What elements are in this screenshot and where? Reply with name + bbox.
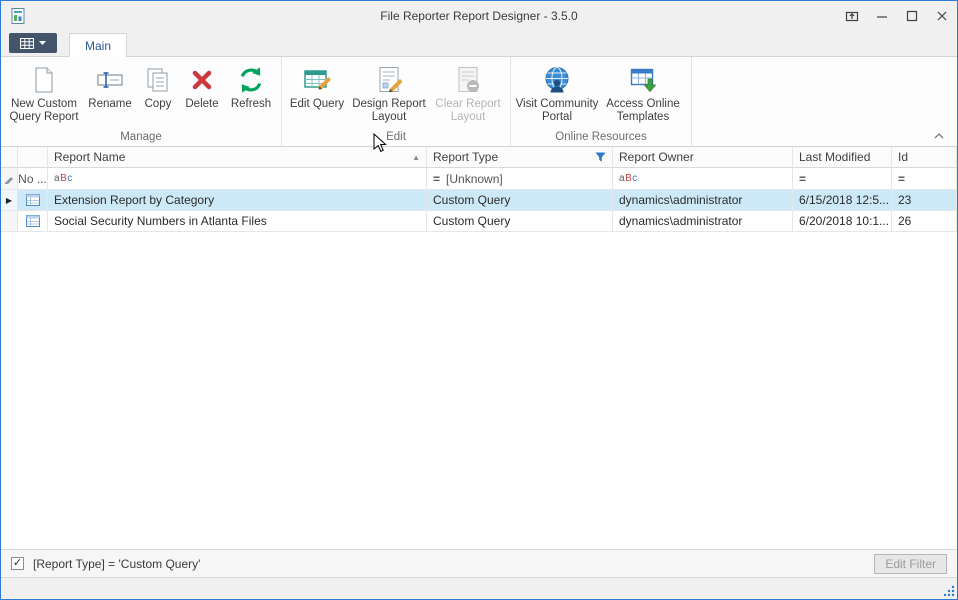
new-report-icon	[28, 62, 60, 98]
refresh-icon	[235, 62, 267, 98]
equals-filter-icon: =	[898, 172, 905, 186]
column-header-report-type[interactable]: Report Type	[427, 147, 613, 168]
cell-report-name: Social Security Numbers in Atlanta Files	[48, 211, 427, 232]
cell-last-modified: 6/20/2018 10:1...	[793, 211, 892, 232]
tab-main[interactable]: Main	[69, 33, 127, 57]
active-filter-text: [Report Type] = 'Custom Query'	[33, 557, 200, 571]
new-custom-query-report-button[interactable]: New Custom Query Report	[5, 58, 83, 129]
filter-enabled-checkbox[interactable]: ✓	[11, 557, 24, 570]
filter-cell-report-owner[interactable]: aBc	[613, 168, 793, 190]
grid-header-row: Report Name ▲ Report Type Report Owner L…	[1, 147, 957, 168]
filter-cell-report-name[interactable]: aBc	[48, 168, 427, 190]
delete-button[interactable]: Delete	[179, 58, 225, 129]
group-label-edit: Edit	[286, 129, 506, 146]
window-title: File Reporter Report Designer - 3.5.0	[1, 9, 957, 23]
contains-filter-icon: aBc	[54, 173, 73, 184]
equals-filter-icon: =	[799, 172, 806, 186]
ribbon: New Custom Query Report Rename	[1, 57, 957, 147]
reports-grid: Report Name ▲ Report Type Report Owner L…	[1, 147, 957, 549]
app-window: File Reporter Report Designer - 3.5.0	[0, 0, 958, 600]
copy-button[interactable]: Copy	[137, 58, 179, 129]
app-menu-button[interactable]	[9, 33, 57, 53]
report-table-icon	[18, 211, 48, 232]
clear-report-layout-icon	[452, 62, 484, 98]
ribbon-group-online-resources: Visit Community Portal Access Online Tem…	[511, 57, 692, 146]
focused-row-arrow-icon: ▶	[6, 196, 12, 205]
fullscreen-toggle-button[interactable]	[837, 1, 867, 31]
title-bar: File Reporter Report Designer - 3.5.0	[1, 1, 957, 31]
ribbon-group-edit: Edit Query Design Report Layout	[282, 57, 511, 146]
table-row[interactable]: Social Security Numbers in Atlanta Files…	[1, 211, 957, 232]
window-controls	[837, 1, 957, 31]
column-header-report-name[interactable]: Report Name ▲	[48, 147, 427, 168]
filter-panel: ✓ [Report Type] = 'Custom Query' Edit Fi…	[1, 549, 957, 577]
group-label-manage: Manage	[5, 129, 277, 146]
ribbon-collapse-button[interactable]	[929, 129, 949, 143]
report-table-icon	[18, 190, 48, 211]
online-templates-icon	[627, 62, 659, 98]
contains-filter-icon: aBc	[619, 173, 638, 184]
maximize-button[interactable]	[897, 1, 927, 31]
minimize-button[interactable]	[867, 1, 897, 31]
ribbon-group-manage: New Custom Query Report Rename	[1, 57, 282, 146]
filter-cell-icon-column[interactable]: No ...	[18, 168, 48, 190]
access-online-templates-button[interactable]: Access Online Templates	[599, 58, 687, 129]
edit-query-button[interactable]: Edit Query	[286, 58, 348, 129]
filter-cell-last-modified[interactable]: =	[793, 168, 892, 190]
filter-row-indicator-cell	[1, 168, 18, 190]
column-header-report-owner[interactable]: Report Owner	[613, 147, 793, 168]
design-report-layout-button[interactable]: Design Report Layout	[348, 58, 430, 129]
chevron-up-icon	[934, 133, 944, 139]
cell-id: 23	[892, 190, 957, 211]
grid-filter-row: No ... aBc = [Unknown] aBc = =	[1, 168, 957, 190]
cell-id: 26	[892, 211, 957, 232]
cell-report-name: Extension Report by Category	[48, 190, 427, 211]
resize-grip[interactable]	[942, 584, 955, 597]
sort-ascending-icon: ▲	[412, 153, 420, 162]
cell-last-modified: 6/15/2018 12:5...	[793, 190, 892, 211]
refresh-button[interactable]: Refresh	[225, 58, 277, 129]
delete-icon	[186, 62, 218, 98]
edit-filter-button[interactable]: Edit Filter	[874, 554, 947, 574]
column-header-last-modified[interactable]: Last Modified	[793, 147, 892, 168]
table-row[interactable]: ▶ Extension Report by Category Custom Qu…	[1, 190, 957, 211]
header-indicator-cell	[1, 147, 18, 168]
check-icon: ✓	[13, 558, 22, 569]
row-indicator-cell: ▶	[1, 190, 18, 211]
chevron-down-icon	[39, 41, 46, 45]
status-bar	[1, 577, 957, 599]
cell-report-type: Custom Query	[427, 190, 613, 211]
copy-icon	[142, 62, 174, 98]
close-button[interactable]	[927, 1, 957, 31]
grid-empty-area	[1, 232, 957, 549]
filter-row-edit-icon	[4, 174, 14, 184]
filter-funnel-icon[interactable]	[595, 152, 606, 163]
clear-report-layout-button[interactable]: Clear Report Layout	[430, 58, 506, 129]
rename-icon	[94, 62, 126, 98]
row-indicator-cell	[1, 211, 18, 232]
cell-report-owner: dynamics\administrator	[613, 190, 793, 211]
rename-button[interactable]: Rename	[83, 58, 137, 129]
app-logo-icon	[9, 7, 27, 25]
cell-report-owner: dynamics\administrator	[613, 211, 793, 232]
community-portal-icon	[541, 62, 573, 98]
cell-report-type: Custom Query	[427, 211, 613, 232]
group-label-online-resources: Online Resources	[515, 129, 687, 146]
column-header-id[interactable]: Id	[892, 147, 957, 168]
ribbon-tab-row: Main	[1, 31, 957, 57]
design-report-layout-icon	[373, 62, 405, 98]
equals-filter-icon: =	[433, 172, 440, 186]
filter-cell-report-type[interactable]: = [Unknown]	[427, 168, 613, 190]
edit-query-icon	[301, 62, 333, 98]
table-grid-icon	[20, 38, 34, 49]
filter-cell-id[interactable]: =	[892, 168, 957, 190]
header-icon-cell	[18, 147, 48, 168]
visit-community-portal-button[interactable]: Visit Community Portal	[515, 58, 599, 129]
